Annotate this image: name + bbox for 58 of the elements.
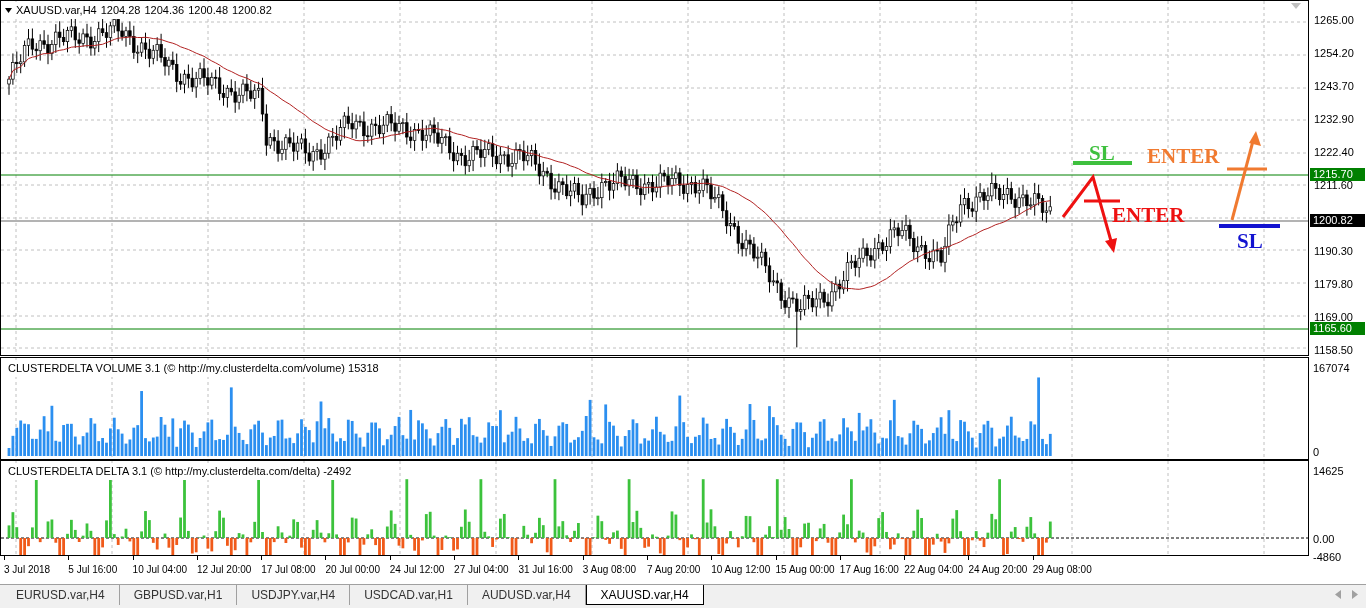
chart-tab[interactable]: EURUSD.var,H4 xyxy=(2,585,120,605)
time-axis-label: 31 Jul 16:00 xyxy=(518,563,573,577)
scroll-marker-icon xyxy=(1291,3,1301,9)
price-axis-label: 1265.00 xyxy=(1314,15,1354,26)
chart-symbol: XAUUSD.var,H4 xyxy=(16,3,97,18)
price-level-tag: 1200.82 xyxy=(1310,214,1365,227)
time-axis-label: 10 Aug 12:00 xyxy=(711,563,771,577)
delta-axis-label: 14625 xyxy=(1313,464,1344,479)
price-axis-label: 1232.90 xyxy=(1314,114,1354,125)
time-axis-label: 17 Aug 16:00 xyxy=(839,563,899,577)
ohlc-value: 1200.48 xyxy=(188,3,228,18)
time-axis-label: 5 Jul 16:00 xyxy=(68,563,118,577)
time-axis-label: 15 Aug 00:00 xyxy=(775,563,835,577)
time-axis-label: 10 Jul 04:00 xyxy=(132,563,188,577)
price-axis-label: 1222.40 xyxy=(1314,147,1354,158)
delta-indicator-title: CLUSTERDELTA DELTA 3.1 (© http://my.clusterdelta.com/delta) -2492 xyxy=(8,463,352,480)
ohlc-value: 1204.36 xyxy=(144,3,185,18)
time-axis-label: 3 Jul 2018 xyxy=(4,563,51,577)
volume-axis-label: 167074 xyxy=(1313,361,1350,376)
price-axis-label: 1179.80 xyxy=(1314,279,1353,290)
stop-loss-line xyxy=(1219,224,1280,228)
delta-axis-label: -4860 xyxy=(1313,550,1342,565)
price-level-tag: 1215.70 xyxy=(1310,168,1365,181)
scroll-right-icon[interactable] xyxy=(1352,590,1358,599)
time-axis-label: 24 Jul 12:00 xyxy=(389,563,445,577)
dropdown-triangle-icon[interactable] xyxy=(5,7,12,13)
stop-loss-line xyxy=(1073,161,1132,165)
time-axis-label: 12 Jul 20:00 xyxy=(196,563,252,577)
time-axis-label: 17 Jul 08:00 xyxy=(261,563,316,577)
price-axis-label: 1254.20 xyxy=(1314,48,1354,59)
chart-tab[interactable]: XAUUSD.var,H4 xyxy=(585,585,704,605)
price-axis-label: 1190.30 xyxy=(1314,246,1353,257)
time-axis-label: 7 Aug 20:00 xyxy=(646,563,701,577)
chart-tab[interactable]: USDCAD.var,H1 xyxy=(350,585,468,605)
time-axis-label: 20 Jul 00:00 xyxy=(325,563,380,577)
volume-axis-label: 0 xyxy=(1313,445,1320,460)
volume-indicator-title: CLUSTERDELTA VOLUME 3.1 (© http://my.clusterdelta.com/volume) 15318 xyxy=(8,360,379,377)
price-axis-label: 1158.50 xyxy=(1314,345,1353,356)
time-axis-label: 3 Aug 08:00 xyxy=(582,563,637,577)
chart-tab[interactable]: USDJPY.var,H4 xyxy=(237,585,351,605)
stop-loss-label: SL xyxy=(1237,229,1263,253)
enter-label: ENTER xyxy=(1147,144,1220,168)
time-axis-label: 22 Aug 04:00 xyxy=(904,563,964,577)
price-axis-label: 1169.00 xyxy=(1314,312,1353,323)
delta-axis-label: 0.00 xyxy=(1313,532,1335,547)
ohlc-value: 1204.28 xyxy=(100,3,141,18)
stop-loss-label: SL xyxy=(1089,141,1115,165)
price-axis-label: 1211.60 xyxy=(1314,180,1353,191)
price-axis-label: 1243.70 xyxy=(1314,81,1354,92)
ohlc-value: 1200.82 xyxy=(232,3,272,18)
enter-label: ENTER xyxy=(1112,203,1185,227)
time-axis-label: 24 Aug 20:00 xyxy=(968,563,1028,577)
chart-tab[interactable]: GBPUSD.var,H1 xyxy=(119,585,238,605)
scroll-left-icon[interactable] xyxy=(1335,590,1341,599)
price-level-tag: 1165.60 xyxy=(1310,322,1365,335)
chart-tab[interactable]: AUDUSD.var,H4 xyxy=(467,585,586,605)
time-axis-label: 29 Aug 08:00 xyxy=(1032,563,1092,577)
time-axis-label: 27 Jul 04:00 xyxy=(454,563,509,577)
